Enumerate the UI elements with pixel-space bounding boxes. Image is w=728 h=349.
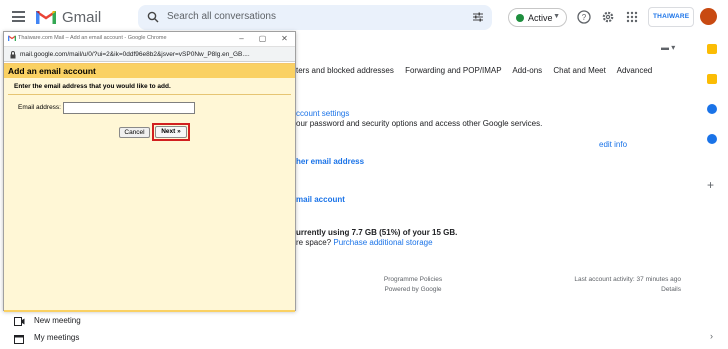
add-mail-account-link[interactable]: mail account — [296, 195, 345, 204]
email-address-field[interactable] — [63, 102, 195, 114]
last-activity-text: Last account activity: 37 minutes ago — [574, 276, 681, 283]
status-dropdown[interactable]: Active ▼ — [508, 8, 567, 27]
programme-policies-link[interactable]: Programme Policies — [358, 276, 468, 283]
search-options-icon[interactable] — [472, 11, 484, 23]
email-address-label: Email address: — [18, 104, 61, 111]
purchase-storage-link[interactable]: Purchase additional storage — [333, 238, 432, 247]
calendar-icon[interactable] — [707, 44, 717, 54]
popup-instruction: Enter the email address that you would l… — [14, 83, 171, 90]
lock-icon — [10, 51, 16, 59]
close-icon[interactable]: ✕ — [280, 34, 289, 43]
side-panel: + — [700, 36, 728, 349]
cancel-button[interactable]: Cancel — [119, 127, 150, 138]
popup-heading: Add an email account — [8, 66, 96, 76]
tab-chat-meet[interactable]: Chat and Meet — [553, 66, 605, 75]
my-meetings-label: My meetings — [34, 333, 80, 342]
add-addon-icon[interactable]: + — [707, 179, 717, 191]
tab-filters[interactable]: ters and blocked addresses — [296, 66, 394, 75]
main-menu-icon[interactable] — [12, 11, 25, 22]
help-icon[interactable]: ? — [577, 10, 591, 24]
tab-advanced[interactable]: Advanced — [617, 66, 653, 75]
svg-text:?: ? — [582, 13, 587, 22]
gear-icon[interactable] — [601, 10, 615, 24]
popup-header: Add an email account — [4, 64, 295, 78]
popup-titlebar[interactable]: Thaiware.com Mail – Add an email account… — [4, 32, 295, 46]
status-dot-icon — [516, 14, 524, 22]
search-input[interactable]: Search all conversations — [167, 11, 276, 22]
popup-window-title: Thaiware.com Mail – Add an email account… — [18, 35, 167, 41]
storage-more: re space? Purchase additional storage — [296, 238, 433, 247]
edit-info-link[interactable]: edit info — [599, 140, 627, 149]
chevron-right-icon[interactable]: › — [710, 331, 713, 341]
account-settings-desc: our password and security options and ac… — [296, 119, 543, 128]
tasks-icon[interactable] — [707, 104, 717, 114]
next-button[interactable]: Next » — [155, 126, 187, 138]
status-label: Active — [528, 13, 553, 23]
gmail-logo-icon[interactable] — [36, 9, 56, 24]
apps-grid-icon[interactable] — [625, 10, 639, 24]
storage-more-prefix: re space? — [296, 238, 334, 247]
tab-forwarding[interactable]: Forwarding and POP/IMAP — [405, 66, 501, 75]
gmail-app-name: Gmail — [62, 9, 102, 26]
organization-badge[interactable]: THAIWARE — [648, 7, 694, 27]
tab-addons[interactable]: Add-ons — [512, 66, 542, 75]
add-email-popup-window: Thaiware.com Mail – Add an email account… — [3, 31, 296, 312]
input-tools-icon[interactable]: ▬ ▾ — [661, 43, 675, 52]
keep-icon[interactable] — [707, 74, 717, 84]
add-email-form: Add an email account Enter the email add… — [4, 63, 295, 312]
avatar[interactable] — [700, 8, 717, 25]
maximize-icon[interactable]: ▢ — [258, 34, 267, 43]
powered-by-text: Powered by Google — [384, 286, 442, 293]
video-camera-icon — [14, 317, 25, 326]
gmail-favicon-icon — [8, 35, 16, 41]
search-icon[interactable] — [147, 11, 159, 23]
popup-address-bar[interactable]: mail.google.com/mail/u/0/?ui=2&ik=0ddf96… — [4, 46, 295, 62]
settings-tabs: ters and blocked addresses Forwarding an… — [296, 66, 661, 75]
minimize-icon[interactable]: – — [237, 34, 246, 43]
contacts-icon[interactable] — [707, 134, 717, 144]
new-meeting-label: New meeting — [34, 316, 81, 325]
search-bar[interactable]: Search all conversations — [138, 5, 492, 30]
chevron-down-icon: ▼ — [553, 13, 560, 20]
calendar-grid-icon — [14, 335, 24, 344]
storage-usage: urrently using 7.7 GB (51%) of your 15 G… — [296, 228, 458, 237]
popup-bottom-border — [4, 310, 295, 312]
popup-url-text[interactable]: mail.google.com/mail/u/0/?ui=2&ik=0ddf96… — [20, 51, 250, 58]
divider — [8, 94, 291, 95]
add-other-email-link[interactable]: her email address — [296, 157, 364, 166]
account-settings-link[interactable]: ccount settings — [296, 109, 349, 118]
details-link[interactable]: Details — [541, 286, 681, 293]
